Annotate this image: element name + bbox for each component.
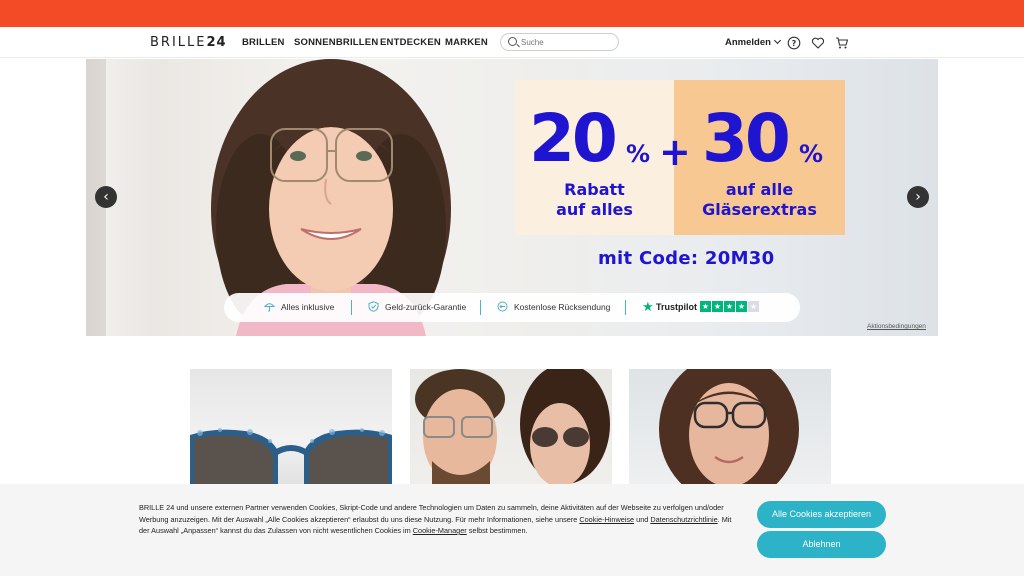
couple-image (415, 369, 610, 489)
category-card-sunglasses[interactable] (190, 369, 392, 489)
promo-code-text: mit Code: 20M30 (598, 248, 775, 269)
hero-banner[interactable]: ‹ › 20 % + 30 % Rabatt auf alles auf all… (86, 59, 938, 336)
promo-left-caption: Rabatt auf alles (515, 180, 674, 220)
search-icon (508, 37, 517, 46)
promo-left-line2: auf alles (556, 200, 633, 219)
trustpilot-star-icon: ★ (642, 299, 654, 314)
category-card-woman[interactable] (629, 369, 831, 489)
usp-divider (480, 300, 481, 315)
usp-divider (351, 300, 352, 315)
promo-left-number: 20 (529, 100, 618, 177)
carousel-next-button[interactable]: › (907, 186, 929, 208)
nav-brillen[interactable]: BRILLEN (242, 37, 285, 48)
woman-image (659, 369, 799, 489)
shield-icon (368, 301, 379, 312)
accept-all-cookies-button[interactable]: Alle Cookies akzeptieren (757, 501, 886, 528)
top-banner-bar (0, 0, 1024, 27)
usp-bar: Alles inklusive Geld-zurück-Garantie Kos… (224, 293, 800, 322)
nav-marken[interactable]: MARKEN (445, 37, 488, 48)
promo-right-line2: Gläserextras (702, 200, 817, 219)
heart-icon[interactable] (811, 36, 825, 50)
usp-money-back: Geld-zurück-Garantie (385, 302, 467, 312)
rating-star-icon: ★ (700, 301, 711, 312)
cookie-notice-link[interactable]: Cookie-Hinweise (579, 515, 634, 524)
trustpilot-rating[interactable]: ★ ★ ★ ★ ★ (700, 301, 759, 312)
chevron-right-icon: › (915, 189, 921, 205)
usp-free-return: Kostenlose Rücksendung (514, 302, 611, 312)
login-label: Anmelden (725, 37, 771, 48)
cookie-banner: BRILLE 24 und unsere externen Partner ve… (0, 484, 1024, 576)
rating-star-icon: ★ (712, 301, 723, 312)
trustpilot-label: Trustpilot (656, 302, 697, 312)
rating-star-icon: ★ (736, 301, 747, 312)
rating-star-icon: ★ (724, 301, 735, 312)
promo-left-percent: % (626, 140, 651, 168)
promo-right-number: 30 (702, 100, 791, 177)
chevron-down-icon (773, 36, 781, 45)
promo-right-line1: auf alle (725, 180, 794, 199)
privacy-policy-link[interactable]: Datenschutzrichtlinie (650, 515, 717, 524)
usp-all-inclusive: Alles inklusive (281, 302, 335, 312)
help-icon[interactable]: ? (787, 36, 801, 50)
nav-sonnenbrillen[interactable]: SONNENBRILLEN (294, 37, 378, 48)
cookie-manager-link[interactable]: Cookie-Manager (413, 526, 467, 535)
carousel-prev-button[interactable]: ‹ (95, 186, 117, 208)
usp-divider (625, 300, 626, 315)
logo-number: 24 (206, 35, 227, 50)
promo-right-caption: auf alle Gläserextras (674, 180, 845, 220)
search-input[interactable] (521, 35, 613, 49)
search-box[interactable] (500, 33, 619, 51)
cookie-notice-text: BRILLE 24 und unsere externen Partner ve… (139, 503, 732, 535)
chevron-left-icon: ‹ (103, 189, 109, 205)
rating-star-icon: ★ (748, 301, 759, 312)
logo-text: BRILLE (150, 35, 207, 50)
login-menu[interactable]: Anmelden (725, 36, 781, 48)
cart-icon[interactable] (835, 36, 849, 50)
nav-entdecken[interactable]: ENTDECKEN (380, 37, 441, 48)
return-icon (497, 301, 508, 312)
header: BRILLE24 BRILLEN SONNENBRILLEN ENTDECKEN… (0, 27, 1024, 58)
umbrella-icon (264, 303, 275, 312)
terms-link[interactable]: Aktionsbedingungen (867, 323, 926, 330)
sunglasses-image (190, 428, 392, 489)
category-card-couple[interactable] (410, 369, 612, 489)
promo-right-percent: % (799, 140, 824, 168)
promo-plus: + (659, 130, 691, 174)
decline-cookies-button[interactable]: Ablehnen (757, 531, 886, 558)
promo-left-line1: Rabatt (564, 180, 625, 199)
logo[interactable]: BRILLE24 (150, 35, 227, 50)
promo-box[interactable]: 20 % + 30 % Rabatt auf alles auf alle Gl… (515, 80, 845, 235)
svg-text:?: ? (792, 39, 797, 48)
